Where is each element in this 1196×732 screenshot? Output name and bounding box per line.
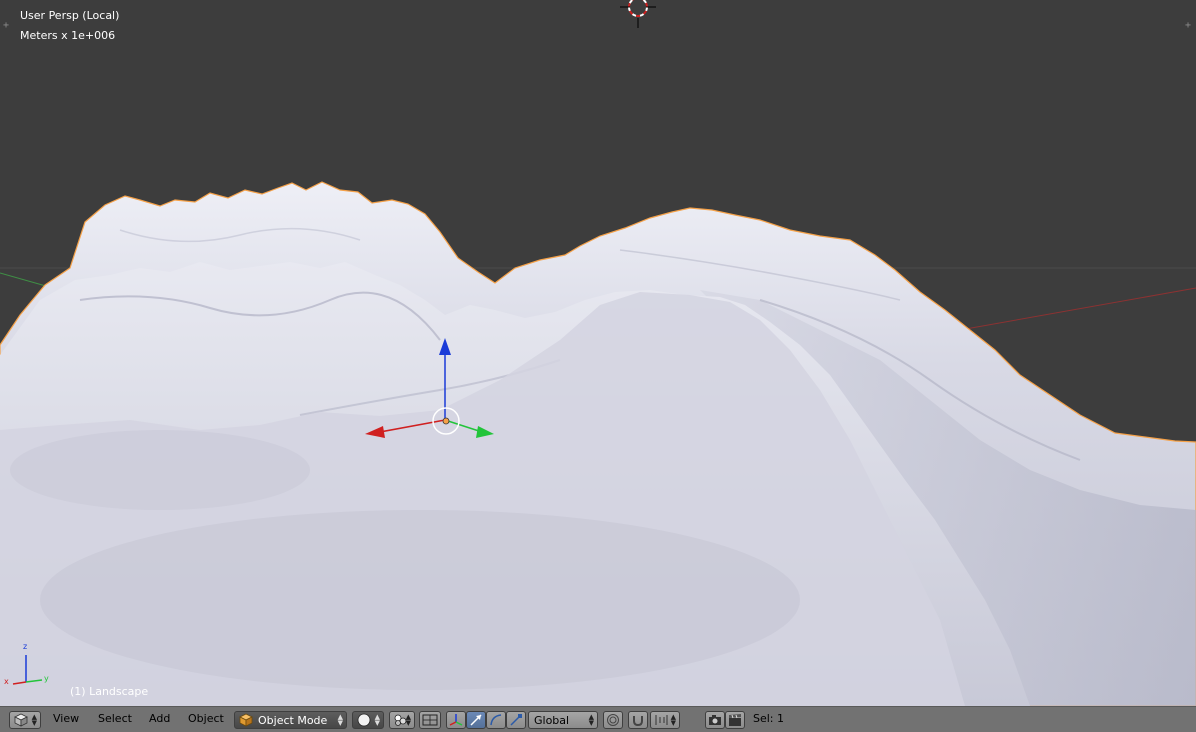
object-origin [442, 417, 450, 425]
menu-select[interactable]: Select [98, 712, 132, 725]
layer-circle-icon [607, 714, 619, 726]
clapperboard-icon [729, 714, 741, 726]
translate-manipulator-button[interactable] [466, 711, 486, 729]
transform-orientation-dropdown[interactable]: Global ▲ ▼ [528, 711, 598, 729]
mini-axis-y-label: y [44, 674, 49, 683]
cube-icon [14, 713, 28, 727]
terrain-scene [0, 0, 1196, 706]
object-mode-icon [239, 713, 253, 727]
mode-label: Object Mode [258, 713, 328, 727]
center-points-icon [422, 714, 438, 726]
snap-element-dropdown[interactable]: ▲ ▼ [650, 711, 680, 729]
magnet-icon [633, 716, 643, 727]
chevron-updown-icon: ▲ ▼ [670, 713, 676, 727]
chevron-updown-icon: ▲ ▼ [31, 713, 37, 727]
menu-object[interactable]: Object [188, 712, 224, 725]
3d-cursor[interactable] [620, 0, 656, 28]
manipulator-toggle[interactable] [446, 711, 466, 729]
menu-add[interactable]: Add [149, 712, 170, 725]
chevron-updown-icon: ▲ ▼ [588, 713, 594, 727]
active-object-label: (1) Landscape [70, 685, 149, 698]
opengl-render-button[interactable] [705, 711, 725, 729]
mini-axis-z-label: z [23, 642, 28, 651]
mode-dropdown[interactable]: Object Mode ▲ ▼ [234, 711, 347, 729]
viewport-header: ▲ ▼ View Select Add Object Object Mode ▲ ▼… [0, 706, 1196, 732]
rotate-arc-icon [490, 714, 502, 726]
proportional-editing-button[interactable] [628, 711, 648, 729]
chevron-updown-icon: ▲ ▼ [374, 713, 380, 727]
mini-axis-x-label: x [4, 677, 9, 686]
viewport-shading-dropdown[interactable]: ▲ ▼ [352, 711, 384, 729]
scale-manipulator-button[interactable] [506, 711, 526, 729]
menu-view[interactable]: View [53, 712, 79, 725]
opengl-animation-button[interactable] [725, 711, 745, 729]
viewport-split-handle-left[interactable]: + [3, 20, 9, 31]
x-axis-line [959, 287, 1196, 331]
manipulator-axes-icon [449, 714, 463, 726]
manipulate-center-points-toggle[interactable] [419, 711, 441, 729]
viewport-split-handle-right[interactable]: + [1185, 20, 1191, 31]
solid-sphere-icon [357, 713, 371, 727]
scale-handle-icon [510, 714, 522, 726]
editor-type-button[interactable]: ▲ ▼ [9, 711, 41, 729]
view-name-label: User Persp (Local) [20, 9, 120, 22]
orientation-label: Global [534, 713, 570, 727]
terrain-shadow [40, 510, 800, 690]
layers-button[interactable] [603, 711, 623, 729]
units-label: Meters x 1e+006 [20, 29, 116, 42]
terrain-shadow [10, 430, 310, 510]
translate-arrow-icon [470, 714, 482, 726]
3d-viewport[interactable]: User Persp (Local) Meters x 1e+006 (1) L… [0, 0, 1196, 706]
chevron-updown-icon: ▲ ▼ [405, 713, 411, 727]
selection-count: Sel: 1 [753, 712, 785, 725]
pivot-point-dropdown[interactable]: ▲ ▼ [389, 711, 415, 729]
snap-increment-icon [655, 715, 668, 725]
camera-icon [709, 715, 721, 725]
chevron-updown-icon: ▲ ▼ [337, 713, 343, 727]
rotate-manipulator-button[interactable] [486, 711, 506, 729]
